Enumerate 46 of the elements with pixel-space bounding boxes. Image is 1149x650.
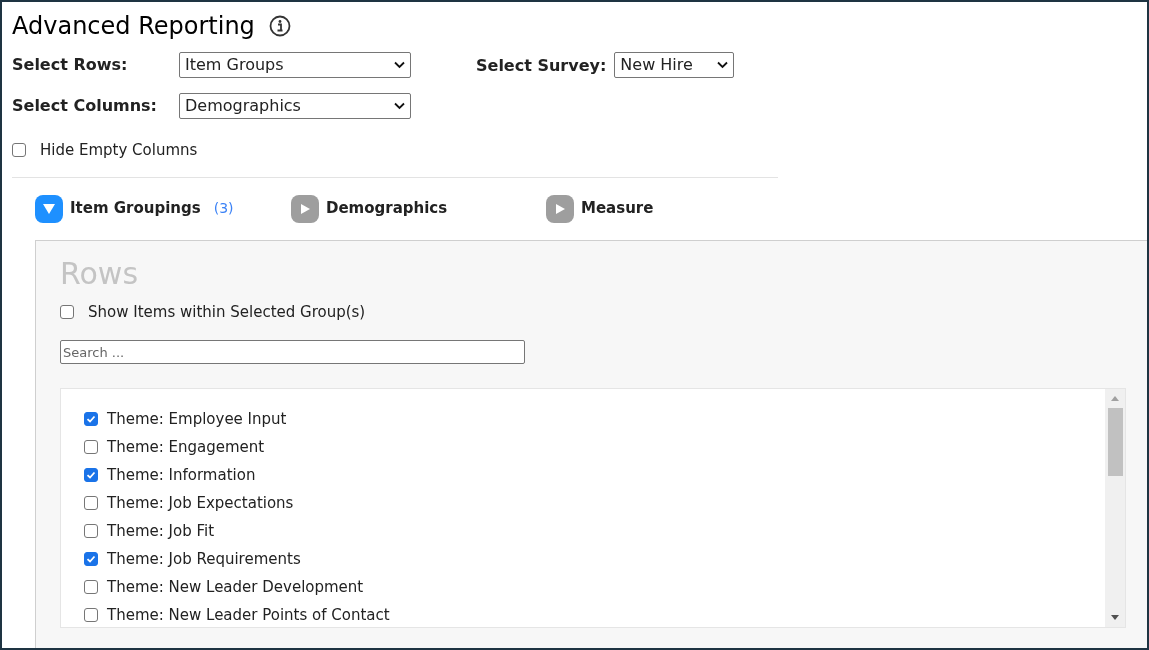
checkbox[interactable] xyxy=(12,143,26,158)
checkbox[interactable] xyxy=(84,580,98,594)
scrollbar-thumb[interactable] xyxy=(1107,408,1123,476)
list-item-label: Theme: Information xyxy=(107,464,256,486)
field-label: Select Columns: xyxy=(12,95,158,117)
list-item-label: Theme: Job Requirements xyxy=(107,548,301,570)
checkbox[interactable] xyxy=(84,468,98,482)
checkbox[interactable] xyxy=(60,304,74,319)
checkbox[interactable] xyxy=(84,524,98,538)
checkbox-label: Show Items within Selected Group(s) xyxy=(88,301,366,323)
info-icon[interactable] xyxy=(268,15,291,37)
chevron-down-icon xyxy=(717,61,729,69)
dropdown[interactable]: Demographics xyxy=(179,93,411,119)
list-item-label: Theme: Engagement xyxy=(107,436,265,458)
section-tab[interactable]: Item Groupings (3) xyxy=(35,194,291,223)
list-item-label: Theme: New Leader Development xyxy=(107,576,364,598)
list-item-label: Theme: Job Expectations xyxy=(107,492,294,514)
field-label: Select Rows: xyxy=(12,54,129,76)
chevron-down-icon xyxy=(394,61,405,69)
count-label: (3) xyxy=(213,199,234,218)
checkbox[interactable] xyxy=(84,412,98,426)
page-title: Advanced Reporting xyxy=(12,11,255,42)
scroll-up-icon[interactable] xyxy=(1111,396,1119,401)
check-icon xyxy=(86,470,96,480)
list-item-label: Theme: Employee Input xyxy=(107,408,287,430)
check-icon xyxy=(86,414,96,424)
expanded-icon xyxy=(35,194,63,223)
collapsed-icon xyxy=(291,194,319,223)
section-tab[interactable]: Measure xyxy=(546,194,746,223)
checkbox[interactable] xyxy=(84,552,98,566)
collapsed-icon xyxy=(546,194,574,223)
search-field[interactable]: Search ... xyxy=(60,340,525,364)
field-label: Select Survey: xyxy=(476,55,607,77)
check-icon xyxy=(86,554,96,564)
checkbox-label: Hide Empty Columns xyxy=(40,140,198,161)
chevron-down-icon xyxy=(394,102,405,110)
section-tab[interactable]: Demographics xyxy=(291,194,546,223)
scrollbar[interactable] xyxy=(1105,389,1125,627)
checkbox[interactable] xyxy=(84,608,98,622)
dropdown[interactable]: Item Groups xyxy=(179,52,411,78)
dropdown[interactable]: New Hire xyxy=(614,52,735,78)
checkbox[interactable] xyxy=(84,440,98,454)
list-item-label: Theme: New Leader Points of Contact xyxy=(107,604,390,626)
checkbox[interactable] xyxy=(84,496,98,510)
list-item-label: Theme: Job Fit xyxy=(107,520,215,542)
scroll-down-icon[interactable] xyxy=(1111,615,1119,620)
